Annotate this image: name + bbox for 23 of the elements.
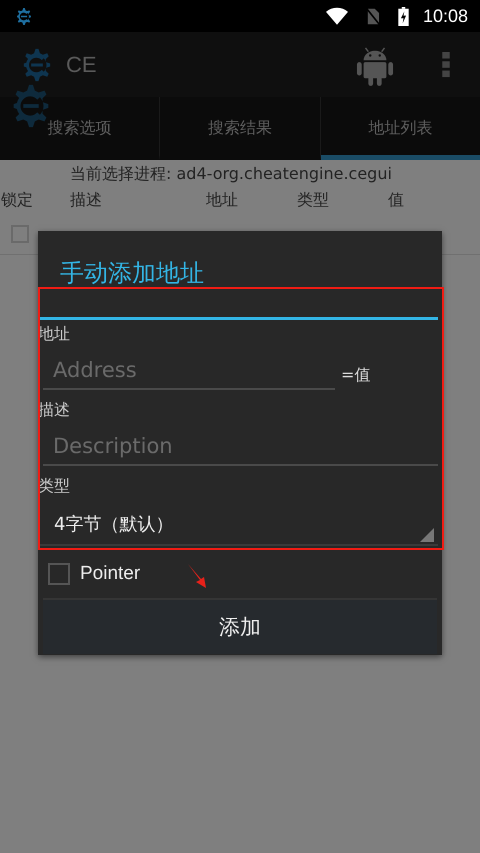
checkbox-label: Pointer: [80, 563, 140, 585]
column-header: 值: [388, 190, 404, 210]
column-header: 地址: [206, 190, 239, 210]
add-button[interactable]: 添加: [43, 598, 437, 654]
overflow-menu-icon[interactable]: [442, 52, 450, 78]
pointer-arrow-icon: [187, 563, 207, 589]
dialog-title: 手动添加地址: [59, 258, 205, 289]
column-header: 描述: [70, 190, 103, 210]
pointer-checkbox[interactable]: [48, 563, 70, 585]
value-label: =值: [341, 364, 370, 386]
app-logo-icon: [14, 6, 34, 26]
app-title: CE: [66, 52, 97, 78]
column-header: 锁定: [0, 190, 34, 210]
wifi-icon: [326, 6, 348, 26]
input-field[interactable]: Description: [43, 428, 438, 466]
dropdown-corner-icon: [420, 528, 434, 542]
field-label: 地址: [38, 323, 71, 345]
process-label: 当前选择进程: ad4-org.cheatengine.cegui: [69, 163, 393, 185]
column-header: 类型: [297, 190, 330, 210]
type-dropdown[interactable]: 4字节（默认）: [38, 504, 438, 546]
battery-icon: [398, 6, 409, 26]
clock-time: 10:08: [422, 6, 468, 26]
input-field[interactable]: Address: [43, 352, 335, 390]
